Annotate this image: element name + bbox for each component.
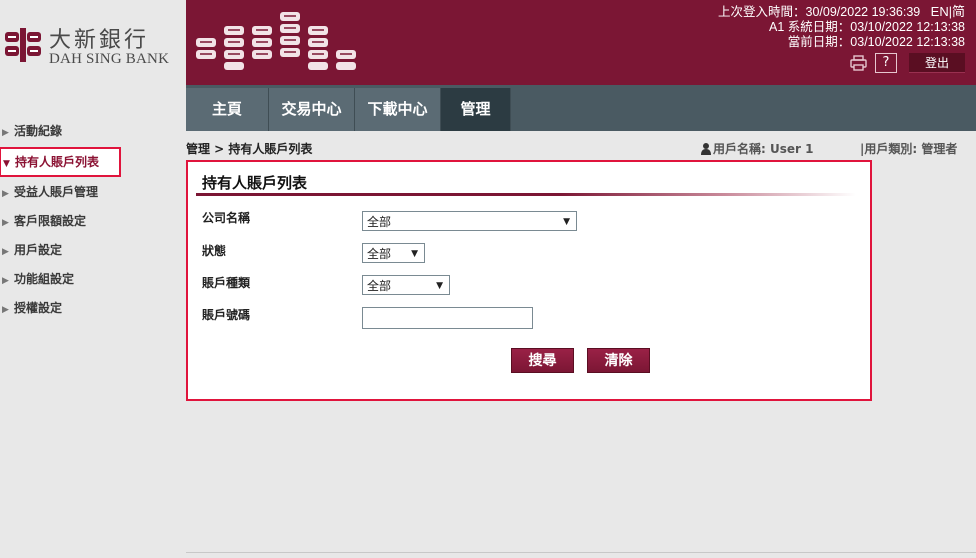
sidebar-item-label: 用戶設定 [14, 243, 63, 257]
account-number-label: 賬戶號碼 [202, 308, 251, 322]
current-date-label: 當前日期： [787, 35, 851, 49]
dropdown-arrow-icon: ▼ [411, 249, 418, 259]
sidebar-nav: ▶ 活動紀錄 ▼ 持有人賬戶列表 ▶ 受益人賬戶管理 ▶ 客戶限額設定 ▶ 用戶設定 ▶ 功… [0, 117, 186, 323]
triangle-right-icon: ▶ [2, 247, 9, 257]
bank-logo[interactable]: 大新銀行 DAH SING BANK [3, 24, 183, 70]
tab-download-center[interactable]: 下載中心 [355, 88, 441, 131]
company-name-value: 全部 [367, 215, 392, 229]
triangle-right-icon: ▶ [2, 128, 9, 138]
sidebar: 大新銀行 DAH SING BANK ▶ 活動紀錄 ▼ 持有人賬戶列表 ▶ 受益人賬戶… [0, 0, 186, 558]
dropdown-arrow-icon: ▼ [563, 217, 570, 227]
tab-transaction-center[interactable]: 交易中心 [269, 88, 355, 131]
account-type-label: 賬戶種類 [202, 276, 251, 290]
sidebar-item-label: 客戶限額設定 [14, 214, 87, 228]
sidebar-item-user-settings[interactable]: ▶ 用戶設定 [0, 236, 186, 265]
triangle-down-icon: ▼ [3, 159, 10, 169]
lang-en-link[interactable]: EN [931, 4, 949, 19]
status-select[interactable]: 全部 ▼ [362, 243, 425, 263]
company-name-label: 公司名稱 [202, 211, 251, 225]
bank-name-en: DAH SING BANK [49, 51, 170, 67]
last-login-value: 30/09/2022 19:36:39 [805, 5, 921, 19]
sidebar-item-beneficiary-management[interactable]: ▶ 受益人賬戶管理 [0, 178, 186, 207]
language-switch: EN|简 [924, 4, 965, 19]
sidebar-item-label: 持有人賬戶列表 [15, 155, 100, 169]
user-role: |用戶類別: 管理者 [860, 142, 958, 156]
sidebar-item-authorization[interactable]: ▶ 授權設定 [0, 294, 186, 323]
top-nav: 主頁 交易中心 下載中心 管理 [186, 85, 976, 131]
breadcrumb: 管理 > 持有人賬戶列表 [186, 142, 313, 156]
title-divider [196, 193, 856, 196]
company-name-select[interactable]: 全部 ▼ [362, 211, 577, 231]
clear-button[interactable]: 清除 [587, 348, 650, 373]
session-info: 上次登入時間：30/09/2022 19:36:39 EN|简 A1 系統日期：… [718, 4, 965, 50]
user-icon [701, 143, 711, 155]
header: 上次登入時間：30/09/2022 19:36:39 EN|简 A1 系統日期：… [186, 0, 976, 85]
status-value: 全部 [367, 247, 392, 261]
dropdown-arrow-icon: ▼ [436, 281, 443, 291]
triangle-right-icon: ▶ [2, 276, 9, 286]
sidebar-item-label: 活動紀錄 [14, 124, 63, 138]
status-label: 狀態 [202, 244, 227, 258]
sidebar-item-label: 授權設定 [14, 301, 63, 315]
sidebar-item-label: 受益人賬戶管理 [14, 185, 99, 199]
search-button[interactable]: 搜尋 [511, 348, 574, 373]
user-name-value: User 1 [770, 142, 814, 156]
tab-management[interactable]: 管理 [441, 88, 511, 131]
panel-title: 持有人賬戶列表 [202, 174, 308, 192]
tab-home[interactable]: 主頁 [186, 88, 269, 131]
header-tools: ? 登出 [835, 53, 965, 73]
bank-name-cn: 大新銀行 [49, 28, 150, 53]
system-date-label: A1 系統日期： [769, 20, 851, 34]
last-login-label: 上次登入時間： [718, 5, 806, 19]
triangle-right-icon: ▶ [2, 218, 9, 228]
dah-sing-emblem-icon [5, 28, 41, 62]
account-type-value: 全部 [367, 279, 392, 293]
breadcrumb-bar: 管理 > 持有人賬戶列表 用戶名稱: User 1 |用戶類別: 管理者 [186, 138, 976, 156]
sidebar-item-label: 功能組設定 [14, 272, 75, 286]
account-number-input[interactable] [362, 307, 533, 329]
sidebar-item-activity-log[interactable]: ▶ 活動紀錄 [0, 117, 186, 146]
footer-divider [186, 552, 976, 553]
account-type-select[interactable]: 全部 ▼ [362, 275, 450, 295]
triangle-right-icon: ▶ [2, 305, 9, 315]
sidebar-item-function-group[interactable]: ▶ 功能組設定 [0, 265, 186, 294]
triangle-right-icon: ▶ [2, 189, 9, 199]
sidebar-item-customer-limit[interactable]: ▶ 客戶限額設定 [0, 207, 186, 236]
sidebar-item-holder-account-list[interactable]: ▼ 持有人賬戶列表 [0, 147, 121, 177]
help-button[interactable]: ? [875, 53, 897, 73]
search-panel: 持有人賬戶列表 公司名稱 全部 ▼ 狀態 全部 ▼ 賬戶種類 全部 ▼ 賬戶號碼… [186, 160, 872, 401]
system-date-value: 03/10/2022 12:13:38 [850, 20, 965, 34]
logout-button[interactable]: 登出 [909, 53, 965, 73]
user-info: 用戶名稱: User 1 [701, 140, 813, 157]
header-pattern-logo-icon [196, 12, 356, 70]
current-date-value: 03/10/2022 12:13:38 [850, 35, 965, 49]
printer-icon[interactable] [850, 55, 867, 71]
lang-sc-link[interactable]: 简 [952, 4, 965, 19]
user-name-label: 用戶名稱: [713, 142, 766, 156]
